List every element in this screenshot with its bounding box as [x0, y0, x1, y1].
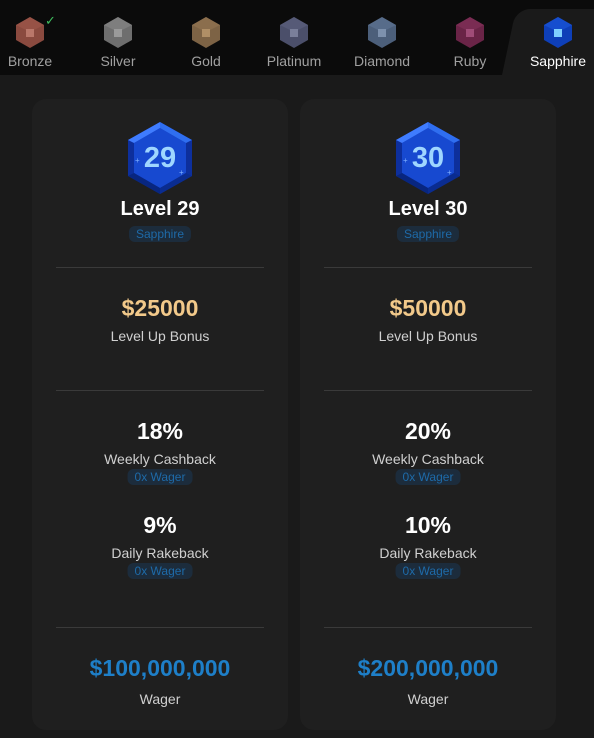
daily-rakeback-label: Daily Rakeback [111, 545, 209, 561]
divider [56, 627, 264, 628]
daily-rakeback-value: 10% [404, 512, 452, 538]
tab-sapphire[interactable]: Sapphire [514, 0, 594, 75]
level-badge: + + 30 [395, 121, 461, 195]
rakeback-wager-badge: 0x Wager [127, 563, 193, 579]
level-up-bonus-label: Level Up Bonus [378, 328, 478, 344]
wager-amount: $100,000,000 [89, 655, 231, 681]
divider [324, 390, 532, 391]
tab-silver[interactable]: Silver [74, 0, 162, 75]
bronze-gem-icon: ✓ [15, 13, 56, 49]
completed-check-icon: ✓ [45, 13, 56, 28]
platinum-gem-icon [279, 16, 309, 49]
divider [56, 390, 264, 391]
rakeback-wager-badge: 0x Wager [395, 563, 461, 579]
tab-label-silver: Silver [100, 53, 136, 69]
tab-label-diamond: Diamond [353, 53, 411, 69]
cashback-wager-badge: 0x Wager [395, 469, 461, 485]
ruby-gem-icon [455, 16, 485, 49]
weekly-cashback-value: 20% [404, 418, 452, 444]
divider [324, 267, 532, 268]
tab-label-bronze: Bronze [7, 53, 53, 69]
level-title: Level 29 [120, 198, 200, 220]
diamond-gem-icon [367, 16, 397, 49]
tier-tabs-bar: ✓ Bronze Silver Gold Platinum Diamond Ru… [0, 0, 594, 75]
wager-amount: $200,000,000 [357, 655, 499, 681]
tab-label-gold: Gold [191, 53, 221, 69]
wager-label: Wager [407, 691, 449, 707]
level-badge: + + 29 [127, 121, 193, 195]
weekly-cashback-label: Weekly Cashback [104, 451, 216, 467]
level-title: Level 30 [388, 198, 468, 220]
tab-label-ruby: Ruby [453, 53, 487, 69]
badge-level-number: 29 [143, 141, 177, 174]
divider [324, 627, 532, 628]
sapphire-gem-icon [543, 16, 573, 49]
level-up-bonus-label: Level Up Bonus [110, 328, 210, 344]
tier-badge: Sapphire [128, 226, 192, 242]
silver-gem-icon [103, 16, 133, 49]
tab-label-platinum: Platinum [266, 53, 322, 69]
tab-bronze[interactable]: ✓ Bronze [0, 0, 74, 75]
tab-gold[interactable]: Gold [162, 0, 250, 75]
weekly-cashback-label: Weekly Cashback [372, 451, 484, 467]
tab-label-sapphire: Sapphire [529, 53, 587, 69]
weekly-cashback-value: 18% [136, 418, 184, 444]
wager-label: Wager [139, 691, 181, 707]
tab-diamond[interactable]: Diamond [338, 0, 426, 75]
level-up-bonus-amount: $50000 [389, 295, 467, 321]
level-card: + + 30 Level 30 Sapphire $50000 Level Up… [300, 99, 556, 730]
tab-platinum[interactable]: Platinum [250, 0, 338, 75]
daily-rakeback-label: Daily Rakeback [379, 545, 477, 561]
divider [56, 267, 264, 268]
cashback-wager-badge: 0x Wager [127, 469, 193, 485]
level-card: + + 29 Level 29 Sapphire $25000 Level Up… [32, 99, 288, 730]
badge-level-number: 30 [411, 141, 445, 174]
daily-rakeback-value: 9% [143, 512, 177, 538]
tier-badge: Sapphire [396, 226, 460, 242]
tab-ruby[interactable]: Ruby [426, 0, 514, 75]
level-up-bonus-amount: $25000 [121, 295, 199, 321]
gold-gem-icon [191, 16, 221, 49]
